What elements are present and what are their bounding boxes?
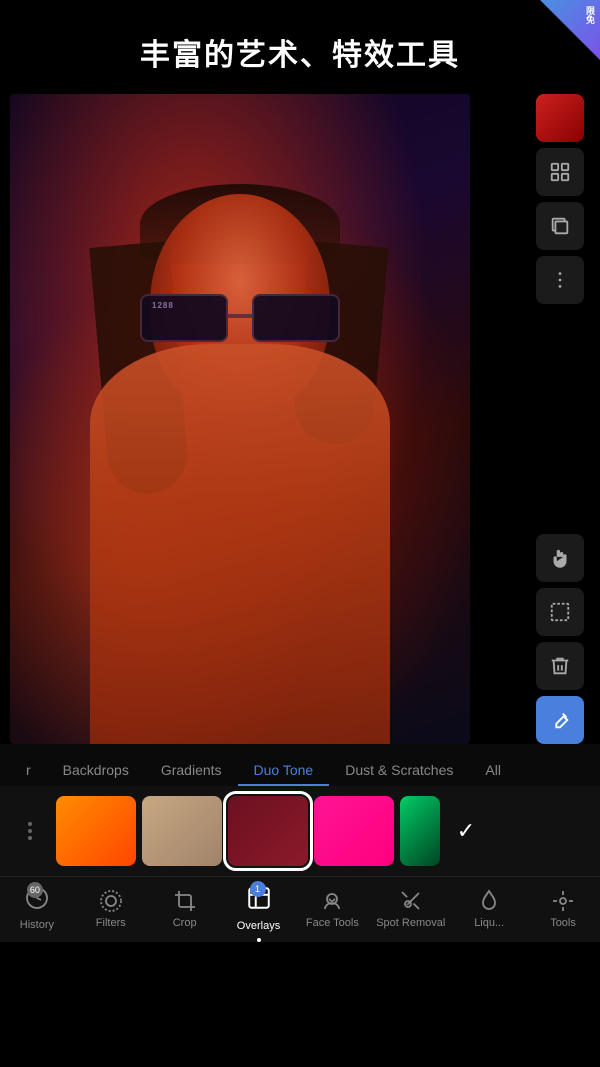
photo-background: 1288 bbox=[10, 94, 470, 744]
active-dot bbox=[257, 938, 261, 942]
tabs-scroll: r Backdrops Gradients Duo Tone Dust & Sc… bbox=[0, 756, 600, 786]
swatches-row: ✓ bbox=[0, 786, 600, 876]
mosaic-button[interactable] bbox=[536, 148, 584, 196]
tab-gradients[interactable]: Gradients bbox=[145, 756, 238, 786]
dot-3 bbox=[28, 836, 32, 840]
more-icon bbox=[549, 269, 571, 291]
overlay-tabs-container: r Backdrops Gradients Duo Tone Dust & Sc… bbox=[0, 744, 600, 786]
overlays-badge: 1 bbox=[250, 881, 266, 897]
swatch-tan[interactable] bbox=[142, 796, 222, 866]
liquify-tool[interactable]: Liqu... bbox=[459, 889, 519, 929]
history-icon-wrap: 60 bbox=[25, 886, 49, 915]
hand-tool-button[interactable] bbox=[536, 534, 584, 582]
photo-canvas[interactable]: 1288 bbox=[10, 94, 470, 744]
pen-icon bbox=[549, 709, 571, 731]
filters-label: Filters bbox=[96, 917, 126, 929]
selection-icon bbox=[549, 601, 571, 623]
tab-all[interactable]: All bbox=[469, 756, 517, 786]
history-badge: 60 bbox=[27, 882, 43, 898]
liquify-label: Liqu... bbox=[474, 917, 504, 929]
crop-label: Crop bbox=[173, 917, 197, 929]
crop-icon bbox=[173, 889, 197, 913]
more-dots bbox=[28, 822, 32, 840]
spot-removal-tool[interactable]: Spot Removal bbox=[376, 889, 445, 929]
tools-label: Tools bbox=[550, 917, 576, 929]
history-tool[interactable]: 60 History bbox=[7, 886, 67, 931]
spot-removal-icon bbox=[399, 889, 423, 913]
more-options-button[interactable] bbox=[536, 256, 584, 304]
overlays-tool[interactable]: 1 Overlays bbox=[229, 885, 289, 932]
filters-icon bbox=[99, 889, 123, 913]
layers-icon bbox=[549, 215, 571, 237]
swatch-more-button[interactable] bbox=[10, 796, 50, 866]
tools-tool[interactable]: Tools bbox=[533, 889, 593, 929]
page-title: 丰富的艺术、特效工具 bbox=[20, 30, 580, 74]
swatch-pink[interactable] bbox=[314, 796, 394, 866]
checkmark-icon: ✓ bbox=[457, 818, 475, 844]
glasses-right bbox=[252, 294, 340, 342]
selection-button[interactable] bbox=[536, 588, 584, 636]
glasses-bridge bbox=[228, 314, 252, 318]
right-toolbar bbox=[530, 94, 590, 744]
overlays-label: Overlays bbox=[237, 920, 280, 932]
face-tools-label: Face Tools bbox=[306, 917, 359, 929]
face-tools-tool[interactable]: Face Tools bbox=[302, 889, 362, 929]
tab-dust-scratches[interactable]: Dust & Scratches bbox=[329, 756, 469, 786]
body-clothing bbox=[90, 344, 390, 744]
trash-icon bbox=[549, 655, 571, 677]
crop-tool[interactable]: Crop bbox=[155, 889, 215, 929]
swatch-orange[interactable] bbox=[56, 796, 136, 866]
sunglasses: 1288 bbox=[140, 294, 340, 344]
dot-2 bbox=[28, 829, 32, 833]
glasses-left: 1288 bbox=[140, 294, 228, 342]
delete-button[interactable] bbox=[536, 642, 584, 690]
tab-r[interactable]: r bbox=[10, 756, 47, 786]
layers-button[interactable] bbox=[536, 202, 584, 250]
color-swatch-button[interactable] bbox=[536, 94, 584, 142]
person-silhouette: 1288 bbox=[70, 164, 410, 744]
tab-duotone[interactable]: Duo Tone bbox=[238, 756, 330, 786]
glasses-reflection: 1288 bbox=[152, 301, 174, 310]
swatch-green[interactable] bbox=[400, 796, 440, 866]
mosaic-icon bbox=[549, 161, 571, 183]
face-tools-icon bbox=[320, 889, 344, 913]
swatch-dark-red[interactable] bbox=[228, 796, 308, 866]
history-label: History bbox=[20, 919, 54, 931]
tab-backdrops[interactable]: Backdrops bbox=[47, 756, 145, 786]
filters-tool[interactable]: Filters bbox=[81, 889, 141, 929]
hand-icon bbox=[547, 545, 573, 571]
canvas-area: 1288 bbox=[10, 94, 590, 744]
bottom-toolbar: 60 History Filters Crop 1 Overlays bbox=[0, 876, 600, 942]
overlays-icon-wrap: 1 bbox=[246, 885, 272, 916]
page-header: 丰富的艺术、特效工具 bbox=[0, 0, 600, 94]
spot-removal-label: Spot Removal bbox=[376, 917, 445, 929]
dot-1 bbox=[28, 822, 32, 826]
tools-icon bbox=[551, 889, 575, 913]
pen-tool-button[interactable] bbox=[536, 696, 584, 744]
apply-swatch-button[interactable]: ✓ bbox=[446, 796, 486, 866]
liquify-icon bbox=[477, 889, 501, 913]
